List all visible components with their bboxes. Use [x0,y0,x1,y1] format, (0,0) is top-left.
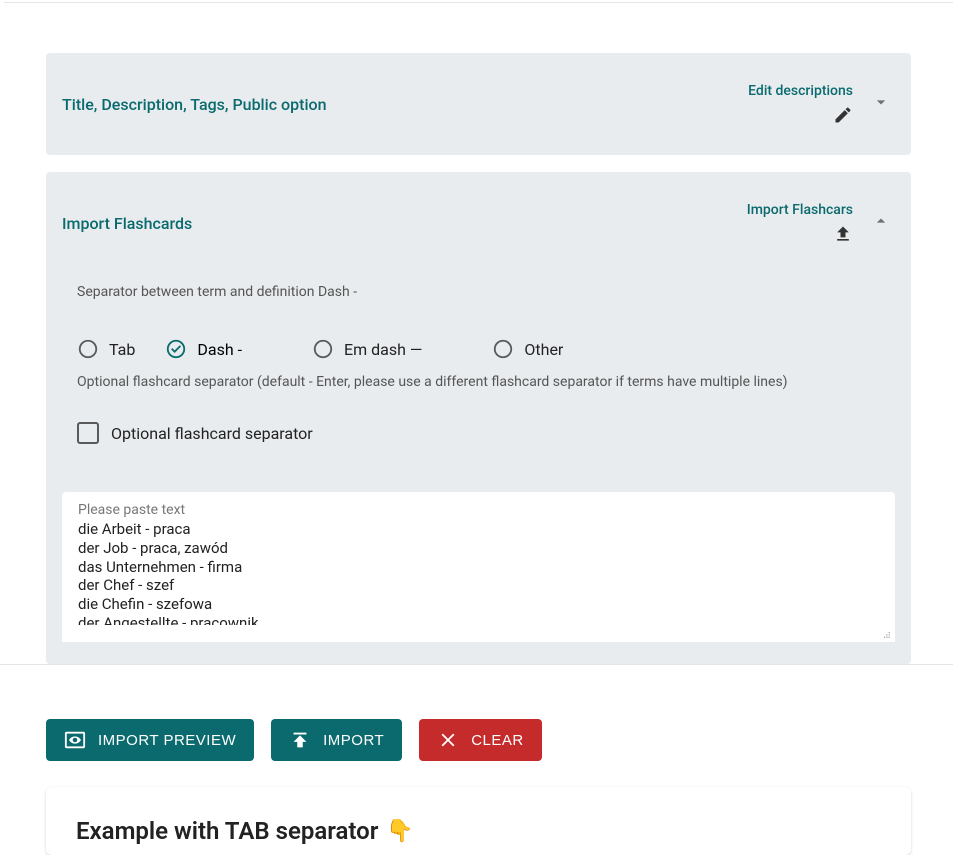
import-publish-icon [289,729,311,751]
panel-title-description: Title, Description, Tags, Public option … [46,53,911,155]
example-title-text: Example with TAB separator [76,817,378,845]
radio-unchecked-icon [77,338,99,360]
separator-info-text: Separator between term and definition Da… [77,284,880,300]
checkbox-unchecked-icon [77,422,99,444]
eye-preview-icon [64,729,86,751]
import-label: IMPORT [323,732,384,749]
radio-emdash[interactable]: Em dash — [312,338,422,360]
action-buttons-row: IMPORT PREVIEW IMPORT CLEAR [46,719,911,761]
close-icon [437,729,459,751]
upload-icon [833,224,853,244]
panel-title-description-label: Title, Description, Tags, Public option [62,95,748,114]
chevron-up-icon [871,211,891,235]
radio-emdash-label: Em dash — [344,340,422,359]
radio-other[interactable]: Other [492,338,563,360]
panel-import-flashcards: Import Flashcards Import Flashcars Separ… [46,172,911,664]
clear-button[interactable]: CLEAR [419,719,542,761]
panel-bottom-divider [0,664,953,665]
panel-title-description-header[interactable]: Title, Description, Tags, Public option … [46,53,911,155]
import-preview-button[interactable]: IMPORT PREVIEW [46,719,254,761]
separator-radio-group: Tab Dash - Em dash — Other [77,338,880,360]
import-preview-label: IMPORT PREVIEW [98,732,236,749]
edit-descriptions-label: Edit descriptions [748,83,853,99]
import-flashcards-right-label: Import Flashcars [747,202,853,218]
example-title: Example with TAB separator 👇 [76,817,881,845]
radio-tab[interactable]: Tab [77,338,135,360]
pencil-icon [833,105,853,125]
paste-text-field-wrap: Please paste text [62,492,895,642]
radio-dash-label: Dash - [197,340,242,359]
example-card: Example with TAB separator 👇 [46,787,911,855]
radio-tab-label: Tab [109,340,135,359]
page-top-separator [4,2,953,3]
panel-import-flashcards-label: Import Flashcards [62,214,747,233]
paste-text-label: Please paste text [78,502,879,518]
radio-dash[interactable]: Dash - [165,338,242,360]
resize-handle-icon[interactable] [877,624,891,638]
import-button[interactable]: IMPORT [271,719,402,761]
radio-unchecked-icon [312,338,334,360]
paste-text-input[interactable] [78,520,879,625]
panel-import-flashcards-header[interactable]: Import Flashcards Import Flashcars [46,172,911,274]
pointing-down-emoji-icon: 👇 [386,819,413,844]
radio-other-label: Other [524,340,563,359]
optional-separator-checkbox-label: Optional flashcard separator [111,424,313,443]
radio-checked-icon [165,338,187,360]
optional-separator-info: Optional flashcard separator (default - … [77,374,880,390]
optional-separator-checkbox[interactable]: Optional flashcard separator [77,422,880,444]
radio-unchecked-icon [492,338,514,360]
chevron-down-icon [871,92,891,116]
panel-import-body: Separator between term and definition Da… [46,274,911,664]
clear-label: CLEAR [471,732,524,749]
